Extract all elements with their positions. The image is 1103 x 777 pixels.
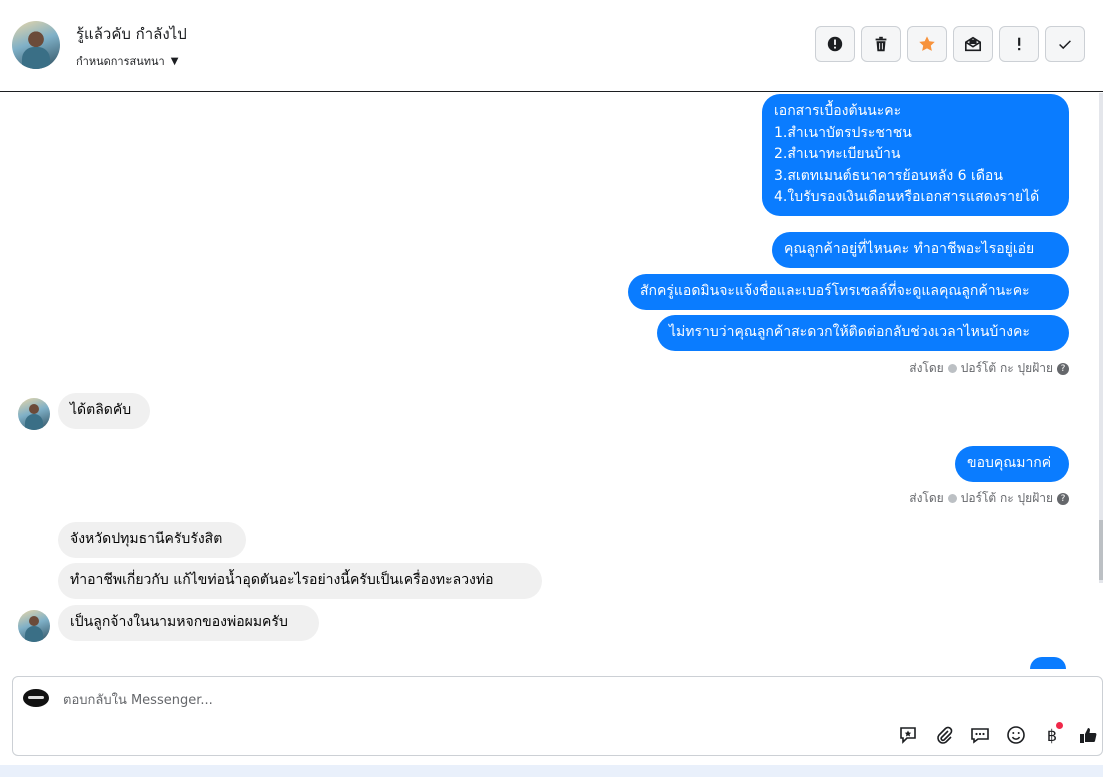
header-actions [815, 26, 1085, 62]
help-icon[interactable]: ? [1057, 492, 1069, 505]
message-outgoing[interactable]: สักครู่แอดมินจะแจ้งชื่อและเบอร์โทรเซลล์ท… [628, 274, 1069, 310]
emoji-button[interactable] [1004, 723, 1028, 747]
star-button[interactable] [907, 26, 947, 62]
sent-by-prefix: ส่งโดย [909, 361, 944, 375]
help-icon[interactable]: ? [1057, 362, 1069, 375]
contact-avatar-small [18, 398, 50, 430]
sent-by-info: ส่งโดย ปอร์โต้ กะ ปุยฝ้าย ? [909, 359, 1069, 378]
message-line: 1.สำเนาบัตรประชาชน [774, 124, 912, 141]
sent-by-prefix: ส่งโดย [909, 491, 944, 505]
mark-done-button[interactable] [1045, 26, 1085, 62]
message-line: 4.ใบรับรองเงินเดือนหรือเอกสารแสดงรายได้ [774, 189, 1040, 205]
message-outgoing[interactable]: คุณลูกค้าอยู่ที่ไหนคะ ทำอาชีพอะไรอยู่เอ่… [772, 232, 1069, 268]
check-icon [1059, 40, 1071, 50]
reply-composer: ฿ [12, 676, 1103, 756]
emoji-icon [1007, 726, 1025, 744]
sender-name: ปอร์โต้ กะ ปุยฝ้าย [960, 491, 1053, 505]
sender-dot-icon [947, 494, 957, 503]
alert-circle-icon [827, 36, 843, 52]
message-incoming[interactable]: ได้ตลิดคับ [58, 393, 150, 429]
bottom-strip [0, 765, 1103, 777]
paperclip-icon [937, 726, 953, 744]
message-incoming[interactable]: จังหวัดปทุมธานีครับรังสิต [58, 522, 246, 558]
mark-important-button[interactable] [999, 26, 1039, 62]
message-outgoing[interactable]: ไม่ทราบว่าคุณลูกค้าสะดวกให้ติดต่อกลับช่ว… [657, 315, 1069, 351]
contact-name[interactable]: รู้แล้วคับ กำลังไป [76, 22, 187, 46]
baht-icon: ฿ [1046, 725, 1058, 745]
payment-button[interactable]: ฿ [1040, 722, 1064, 747]
sent-by-info: ส่งโดย ปอร์โต้ กะ ปุยฝ้าย ? [909, 489, 1069, 508]
message-incoming[interactable]: เป็นลูกจ้างในนามหจกของพ่อผมครับ [58, 605, 319, 641]
message-line: 2.สำเนาทะเบียนบ้าน [774, 146, 901, 162]
saved-reply-button[interactable] [896, 723, 920, 747]
conversation-header: รู้แล้วคับ กำลังไป กำหนดการสนทนา ▼ [0, 0, 1103, 92]
star-icon [919, 36, 935, 51]
exclamation-icon [1018, 37, 1021, 51]
message-outgoing[interactable]: เอกสารเบื้องต้นนะคะ 1.สำเนาบัตรประชาชน 2… [762, 94, 1069, 216]
chat-scrollbar[interactable] [1099, 93, 1103, 583]
assign-conversation-dropdown[interactable]: กำหนดการสนทนา ▼ [76, 52, 178, 70]
mark-unread-button[interactable] [953, 26, 993, 62]
chat-bubbles-icon [971, 728, 989, 744]
sender-name: ปอร์โต้ กะ ปุยฝ้าย [960, 361, 1053, 375]
message-outgoing[interactable]: ขอบคุณมากค่ [955, 446, 1069, 482]
saved-reply-icon [900, 727, 916, 744]
message-line: 3.สเตทเมนต์ธนาคารย้อนหลัง 6 เดือน [774, 167, 1003, 184]
message-incoming[interactable]: ทำอาชีพเกี่ยวกับ แก้ไขท่อน้ำอุดตันอะไรอย… [58, 563, 542, 599]
thumbs-up-icon [1080, 728, 1097, 743]
contact-avatar-small [18, 610, 50, 642]
reply-input[interactable] [61, 687, 865, 713]
notification-dot [1056, 722, 1063, 729]
envelope-open-icon [964, 36, 982, 52]
sender-dot-icon [947, 364, 957, 373]
caret-down-icon: ▼ [170, 55, 179, 67]
attach-button[interactable] [932, 723, 956, 747]
delete-button[interactable] [861, 26, 901, 62]
chat-scroll-thumb[interactable] [1099, 520, 1103, 580]
page-logo-icon [23, 689, 49, 707]
trash-icon [875, 36, 887, 52]
message-outgoing-partial[interactable] [1030, 657, 1066, 669]
contact-avatar[interactable] [12, 21, 60, 69]
assign-label: กำหนดการสนทนา [76, 55, 165, 68]
composer-tools: ฿ [896, 722, 1100, 747]
like-button[interactable] [1076, 723, 1100, 747]
quick-reply-button[interactable] [968, 723, 992, 747]
spam-button[interactable] [815, 26, 855, 62]
message-line: เอกสารเบื้องต้นนะคะ [774, 103, 902, 119]
